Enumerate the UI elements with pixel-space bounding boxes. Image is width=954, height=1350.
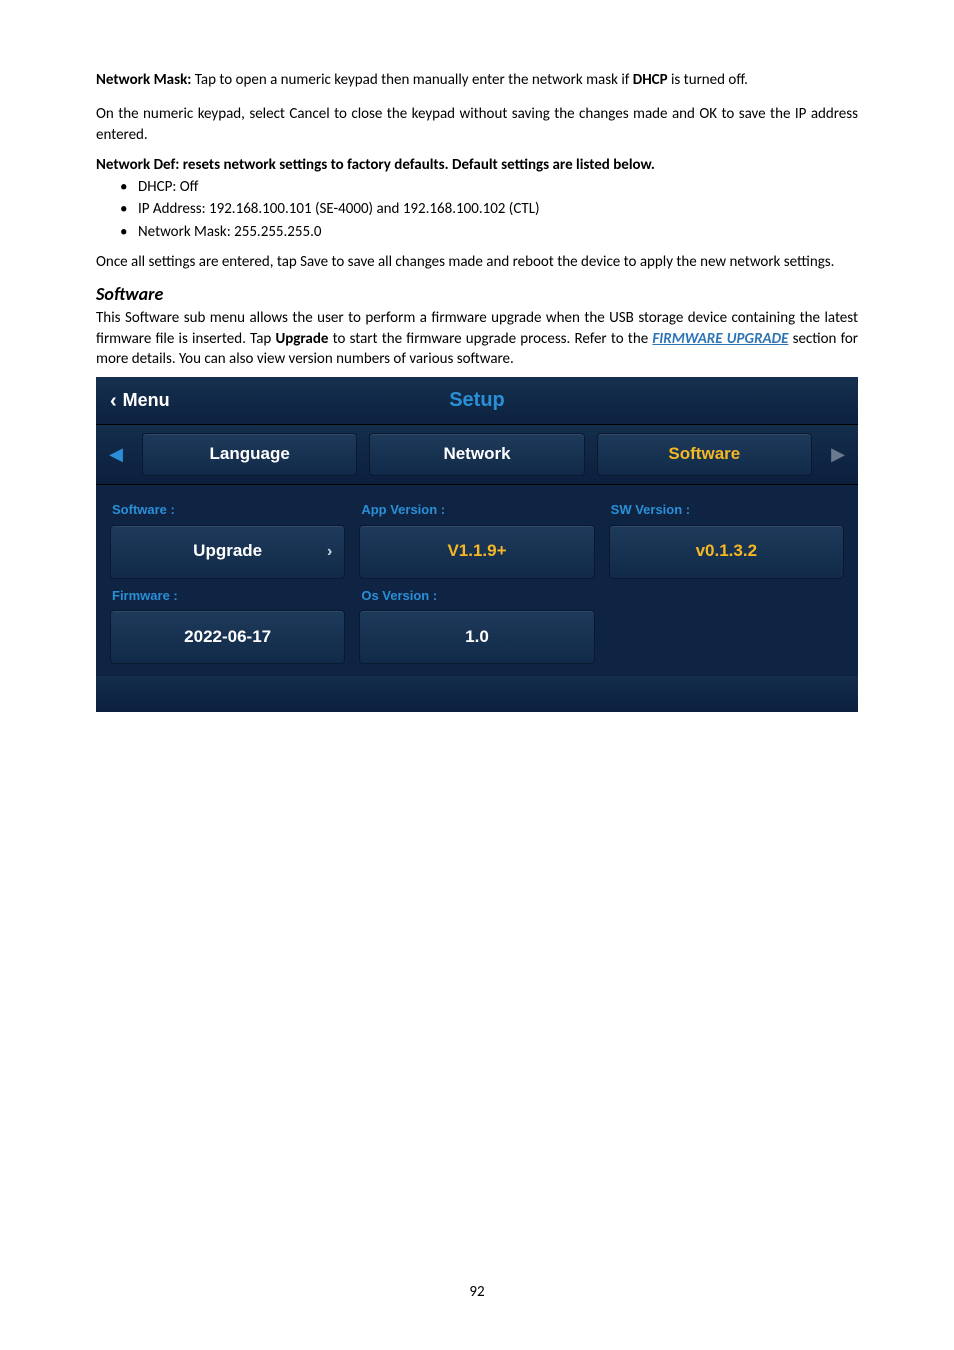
os-version-value: 1.0 — [359, 610, 594, 664]
paragraph-firmware-upgrade: This Software sub menu allows the user t… — [96, 308, 858, 369]
chevron-left-icon: ‹ — [110, 391, 117, 411]
tab-network[interactable]: Network — [369, 433, 584, 476]
firmware-value: 2022-06-17 — [110, 610, 345, 664]
tab-software[interactable]: Software — [597, 433, 812, 476]
field-value: v0.1.3.2 — [696, 540, 757, 563]
cell-firmware: Firmware : 2022-06-17 — [110, 585, 345, 665]
field-value: V1.1.9+ — [447, 540, 506, 563]
tab-scroll-left[interactable]: ◀ — [96, 425, 136, 484]
tab-label: Software — [668, 443, 740, 466]
panel-footer — [96, 676, 858, 712]
paragraph-network-def: Network Def: resets network settings to … — [96, 155, 858, 175]
label-dhcp-bold: DHCP — [633, 71, 668, 89]
settings-row: Firmware : 2022-06-17 Os Version : 1.0 — [110, 585, 844, 665]
tab-language[interactable]: Language — [142, 433, 357, 476]
text: to start the firmware upgrade process. R… — [328, 330, 652, 348]
list-item: IP Address: 192.168.100.101 (SE-4000) an… — [138, 199, 858, 219]
field-label: Firmware : — [112, 587, 343, 605]
field-label: Os Version : — [361, 587, 592, 605]
triangle-right-icon: ▶ — [831, 442, 845, 466]
page-title: Setup — [96, 387, 858, 414]
sw-version-value: v0.1.3.2 — [609, 525, 844, 579]
chevron-right-icon: › — [327, 541, 332, 563]
tab-label: Language — [210, 443, 290, 466]
label-upgrade-bold: Upgrade — [275, 330, 328, 348]
tab-bar: ◀ Language Network Software ▶ — [96, 425, 858, 485]
bullet-list: DHCP: Off IP Address: 192.168.100.101 (S… — [96, 177, 858, 242]
field-value: Upgrade — [193, 540, 262, 563]
field-value: 1.0 — [465, 626, 489, 649]
field-label: SW Version : — [611, 501, 842, 519]
list-item: Network Mask: 255.255.255.0 — [138, 222, 858, 242]
list-item: DHCP: Off — [138, 177, 858, 197]
tab-label: Network — [443, 443, 510, 466]
page-number: 92 — [96, 1282, 858, 1302]
cell-app-version: App Version : V1.1.9+ — [359, 499, 594, 579]
heading-software: Software — [96, 282, 858, 306]
text: is turned off. — [668, 71, 748, 89]
paragraph-save: Once all settings are entered, tap Save … — [96, 252, 858, 272]
field-label: Software : — [112, 501, 343, 519]
upgrade-button[interactable]: Upgrade › — [110, 525, 345, 579]
panel-body: Software : Upgrade › App Version : V1.1.… — [96, 485, 858, 676]
field-value: 2022-06-17 — [184, 626, 271, 649]
tab-scroll-right[interactable]: ▶ — [818, 425, 858, 484]
settings-row: Software : Upgrade › App Version : V1.1.… — [110, 499, 844, 579]
triangle-left-icon: ◀ — [109, 442, 123, 466]
back-label: Menu — [123, 388, 170, 412]
label-network-mask-bold: Network Mask: — [96, 71, 195, 89]
app-version-value: V1.1.9+ — [359, 525, 594, 579]
paragraph-network-mask: Network Mask: Tap to open a numeric keyp… — [96, 70, 858, 90]
cell-os-version: Os Version : 1.0 — [359, 585, 594, 665]
back-button[interactable]: ‹ Menu — [96, 388, 170, 412]
titlebar: ‹ Menu Setup — [96, 377, 858, 425]
link-firmware-upgrade[interactable]: FIRMWARE UPGRADE — [652, 330, 788, 348]
label-network-def-bold: Network Def: resets network settings to … — [96, 156, 655, 174]
paragraph-keypad: On the numeric keypad, select Cancel to … — [96, 104, 858, 145]
device-setup-panel: ‹ Menu Setup ◀ Language Network Software… — [96, 377, 858, 712]
cell-software: Software : Upgrade › — [110, 499, 345, 579]
field-label: App Version : — [361, 501, 592, 519]
cell-sw-version: SW Version : v0.1.3.2 — [609, 499, 844, 579]
text: Tap to open a numeric keypad then manual… — [195, 71, 633, 89]
cell-empty — [609, 585, 844, 665]
empty-placeholder — [609, 585, 844, 639]
